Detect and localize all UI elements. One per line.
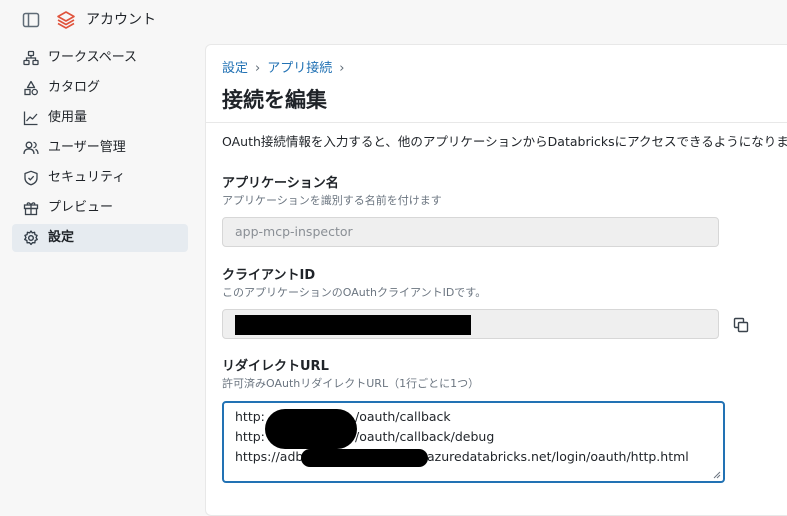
redirect-url-redaction — [265, 409, 357, 449]
breadcrumb: 設定 › アプリ接続 › — [222, 60, 351, 78]
redirect-url-label: リダイレクトURL — [222, 359, 329, 374]
breadcrumb-separator: › — [339, 61, 345, 76]
app-name-field: app-mcp-inspector — [222, 217, 719, 247]
gear-icon — [24, 230, 38, 246]
breadcrumb-separator: › — [255, 61, 261, 76]
page-title: 接続を編集 — [222, 88, 327, 112]
sidebar-item-label: ワークスペース — [48, 50, 138, 65]
gift-icon — [23, 202, 39, 216]
usage-chart-icon — [23, 111, 38, 126]
sidebar-toggle-icon[interactable] — [22, 11, 40, 29]
sidebar-item-usage[interactable]: 使用量 — [12, 104, 188, 132]
header-divider — [206, 122, 787, 123]
copy-icon[interactable] — [732, 316, 750, 334]
databricks-logo-icon — [57, 11, 75, 29]
redirect-url-line-2-suffix: /oauth/callback/debug — [355, 429, 495, 444]
client-id-field — [222, 309, 719, 339]
sidebar-item-label: セキュリティ — [48, 170, 126, 185]
sidebar-item-settings[interactable]: 設定 — [12, 224, 188, 252]
client-id-redaction — [235, 315, 471, 335]
resize-handle-icon[interactable] — [713, 471, 721, 479]
users-icon — [23, 141, 39, 155]
sidebar-item-security[interactable]: セキュリティ — [12, 164, 188, 192]
sidebar-item-catalog[interactable]: カタログ — [12, 74, 188, 102]
app-name-label: アプリケーション名 — [222, 176, 339, 191]
sidebar-item-label: 設定 — [48, 230, 75, 245]
app-title: アカウント — [86, 12, 156, 28]
redirect-url-line-3-prefix: https://adb — [235, 449, 304, 464]
breadcrumb-link-settings[interactable]: 設定 — [222, 61, 248, 76]
workspace-icon — [23, 50, 39, 66]
shield-icon — [24, 170, 38, 186]
redirect-url-line-2-prefix: http: — [235, 429, 265, 444]
page-description: OAuth接続情報を入力すると、他のアプリケーションからDatabricksにア… — [222, 134, 787, 149]
sidebar-item-label: カタログ — [48, 80, 101, 95]
sidebar-item-user-management[interactable]: ユーザー管理 — [12, 134, 188, 162]
breadcrumb-link-app-connections[interactable]: アプリ接続 — [267, 61, 332, 76]
client-id-hint: このアプリケーションのOAuthクライアントIDです。 — [222, 286, 487, 299]
sidebar-item-label: プレビュー — [48, 200, 114, 215]
client-id-label: クライアントID — [222, 268, 316, 283]
sidebar-nav: ワークスペース カタログ 使用量 ユーザー管理 セキュリティ プレビュー 設定 — [12, 44, 188, 254]
redirect-url-textarea[interactable]: http: /oauth/callback http: /oauth/callb… — [222, 401, 725, 483]
redirect-url-line-1-prefix: http: — [235, 409, 265, 424]
catalog-icon — [24, 80, 38, 96]
sidebar-item-preview[interactable]: プレビュー — [12, 194, 188, 222]
sidebar-item-workspaces[interactable]: ワークスペース — [12, 44, 188, 72]
sidebar-item-label: ユーザー管理 — [48, 140, 126, 155]
redirect-url-redaction — [301, 449, 428, 467]
sidebar-item-label: 使用量 — [48, 110, 88, 125]
redirect-url-line-3-suffix: azuredatabricks.net/login/oauth/http.htm… — [427, 449, 689, 464]
app-name-hint: アプリケーションを識別する名前を付けます — [222, 194, 442, 207]
redirect-url-hint: 許可済みOAuthリダイレクトURL（1行ごとに1つ） — [222, 377, 480, 390]
redirect-url-line-1-suffix: /oauth/callback — [355, 409, 451, 424]
top-bar: アカウント — [0, 0, 787, 40]
main-panel: 設定 › アプリ接続 › 接続を編集 OAuth接続情報を入力すると、他のアプリケーシ… — [205, 44, 787, 516]
